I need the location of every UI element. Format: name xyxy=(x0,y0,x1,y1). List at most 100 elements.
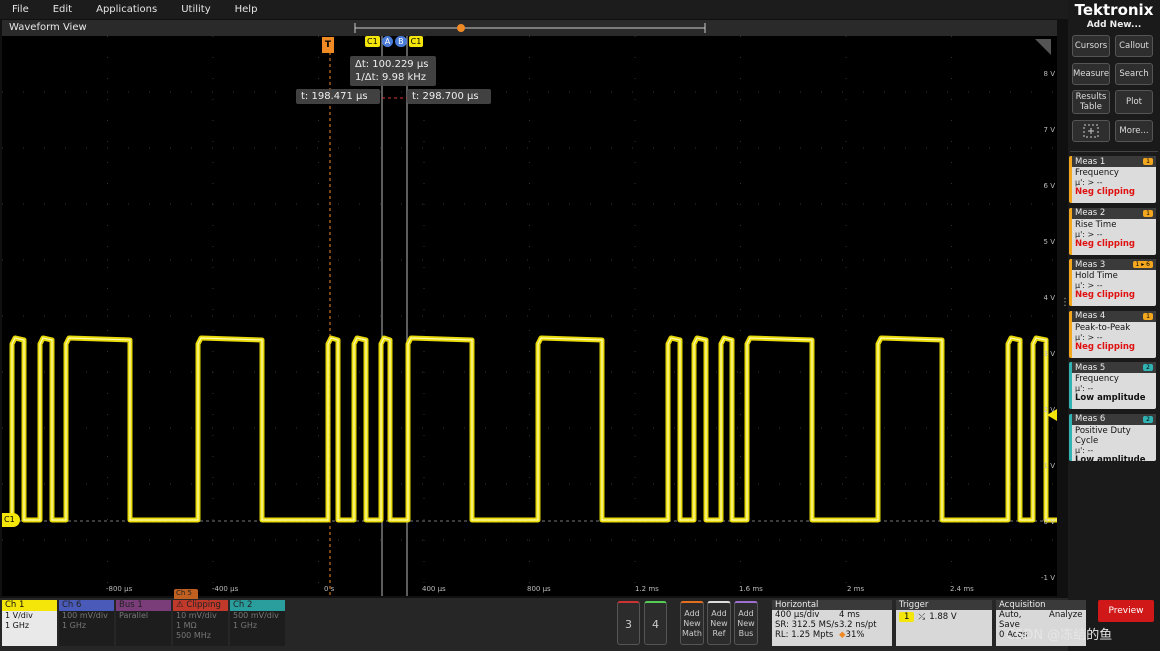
time-label: -800 µs xyxy=(106,585,133,593)
channel-bandwidth: 1 GHz xyxy=(5,621,30,630)
channel-badge-2[interactable]: Ch 6 100 mV/div 1 GHz xyxy=(59,600,114,646)
trigger-panel[interactable]: Trigger 1 ⤯ 1.88 V xyxy=(896,600,992,646)
time-per-point: 3.2 ns/pt xyxy=(839,620,877,630)
measurement-title: Meas 6 xyxy=(1075,414,1106,424)
acquisition-title: Acquisition xyxy=(996,600,1086,610)
panel-splitter-handle[interactable]: ⋮ xyxy=(1060,298,1070,318)
time-label: 800 µs xyxy=(527,585,551,593)
preview-label: Preview xyxy=(1108,606,1144,616)
channel-bandwidth: 1 GHz xyxy=(62,621,87,630)
add-ref-label: Add New Ref xyxy=(710,609,728,638)
channel-3-button[interactable]: 3 xyxy=(617,601,640,645)
measurement-status: Low amplitude xyxy=(1075,393,1146,403)
results-divider xyxy=(1070,151,1158,152)
measurement-status: Neg clipping xyxy=(1075,341,1136,352)
ch1-marker-label: C1 xyxy=(4,515,15,524)
inverse-delta-t: 1/Δt: 9.98 kHz xyxy=(355,72,427,83)
menu-edit[interactable]: Edit xyxy=(41,4,84,15)
channel-badge-5[interactable]: Ch 2 500 mV/div 1 GHz xyxy=(230,600,285,646)
measurement-mean: µ': -- xyxy=(1075,384,1094,393)
measurement-source-badge: 1 xyxy=(1143,209,1153,217)
cursor-tag-a[interactable]: A xyxy=(381,36,394,47)
measurement-header: Meas 5 2 xyxy=(1072,362,1156,373)
menu-file[interactable]: File xyxy=(0,4,41,15)
settings-bar: Ch 11 V/div 1 GHz Ch 6 100 mV/div 1 GHz Bus 1… xyxy=(0,589,1086,651)
callout-button[interactable]: Callout xyxy=(1115,35,1153,57)
measurement-source-badge: 2 xyxy=(1143,415,1153,423)
cursor-tag-c1[interactable]: C1 xyxy=(408,36,424,47)
preview-button[interactable]: Preview xyxy=(1098,600,1154,622)
cursor-tag-b[interactable]: B xyxy=(395,36,407,47)
menu-utility[interactable]: Utility xyxy=(169,4,222,15)
graticule xyxy=(2,36,1057,596)
menu-help[interactable]: Help xyxy=(223,4,270,15)
results-table-button[interactable]: Results Table xyxy=(1072,90,1110,114)
time-label: 2 ms xyxy=(847,585,865,593)
measurement-card-3[interactable]: Meas 3 1 ▸ 6 Hold Time µ': > -- Neg clipping xyxy=(1069,259,1156,306)
plot-button[interactable]: Plot xyxy=(1115,90,1153,114)
cursors-button[interactable]: Cursors xyxy=(1072,35,1110,57)
record-overview-bar[interactable] xyxy=(350,20,710,36)
measurement-card-4[interactable]: Meas 4 1 Peak-to-Peak µ': > -- Neg clipping xyxy=(1069,310,1156,358)
channel-4-button[interactable]: 4 xyxy=(644,601,667,645)
cursor-tag-c1[interactable]: C1 xyxy=(365,36,380,47)
oscilloscope-app: File Edit Applications Utility Help Wave… xyxy=(0,0,1160,651)
measurement-source-badge: 2 xyxy=(1143,364,1153,371)
menu-bar: File Edit Applications Utility Help xyxy=(0,0,1068,19)
channel-title: ⚠ Clipping xyxy=(173,600,228,611)
ch1-waveform xyxy=(2,335,1057,523)
ch1-waveform-core xyxy=(2,337,1057,521)
measurement-card-1[interactable]: Meas 1 1 Frequency µ': > -- Neg clipping xyxy=(1069,156,1156,203)
measurement-card-5[interactable]: Meas 5 2 Frequency µ': -- Low amplitude xyxy=(1069,362,1156,409)
trigger-marker-icon[interactable]: T xyxy=(322,37,334,53)
channel-coupling: 1 MΩ xyxy=(176,621,197,630)
measurement-title: Meas 1 xyxy=(1075,156,1106,167)
measure-button[interactable]: Measure xyxy=(1072,63,1110,85)
measurement-source-badge: 1 xyxy=(1143,312,1153,320)
measurement-header: Meas 6 2 xyxy=(1072,413,1156,425)
zoom-box-button[interactable] xyxy=(1072,120,1110,142)
horizontal-panel[interactable]: Horizontal 400 µs/div 4 ms SR: 312.5 MS/s… xyxy=(772,600,892,646)
measurement-status: Low amplitude xyxy=(1075,454,1146,461)
time-label: 2.4 ms xyxy=(950,585,974,593)
channel-badge-1[interactable]: Ch 11 V/div 1 GHz xyxy=(2,600,57,646)
acquisition-analyze: Analyze xyxy=(1049,610,1083,620)
channel-scale: Parallel xyxy=(119,611,149,620)
measurement-card-2[interactable]: Meas 2 1 Rise Time µ': > -- Neg clipping xyxy=(1069,207,1156,255)
add-math-label: Add New Math xyxy=(681,609,702,638)
measurement-source-badge: 1 xyxy=(1143,158,1153,165)
more-button[interactable]: More... xyxy=(1115,120,1153,142)
ch1-ground-marker[interactable]: C1 xyxy=(2,513,20,527)
measurement-name: Rise Time xyxy=(1075,219,1117,230)
menu-applications[interactable]: Applications xyxy=(84,4,169,15)
acquisition-mode: Auto, xyxy=(999,610,1022,620)
ch5-tab[interactable]: Ch 5 xyxy=(174,589,198,599)
add-new-ref-button[interactable]: Add New Ref xyxy=(707,601,731,645)
add-new-math-button[interactable]: Add New Math xyxy=(680,601,704,645)
measurement-status: Neg clipping xyxy=(1075,238,1136,249)
volt-label: 7 V xyxy=(1043,126,1055,134)
channel-title: Ch 1 xyxy=(2,600,57,611)
measurement-card-6[interactable]: Meas 6 2 Positive Duty Cycle µ': -- Low ampl… xyxy=(1069,413,1156,461)
channel-bandwidth: 500 MHz xyxy=(176,631,211,640)
waveform-plot[interactable]: T C1 A B C1 Δt: 100.229 µs 1/Δt: 9.98 kH… xyxy=(2,36,1057,596)
time-label: 1.6 ms xyxy=(739,585,763,593)
measurement-name: Hold Time xyxy=(1075,271,1118,281)
trigger-marker-label: T xyxy=(324,40,332,50)
results-bar: Tektronix Add New... Cursors Callout Mea… xyxy=(1068,0,1160,651)
horizontal-title: Horizontal xyxy=(772,600,892,610)
add-new-bus-button[interactable]: Add New Bus xyxy=(734,601,758,645)
measurement-source-badge: 1 ▸ 6 xyxy=(1132,261,1153,268)
volt-label: 6 V xyxy=(1043,182,1055,190)
channel-badge-4[interactable]: ⚠ Clipping 10 mV/div 1 MΩ 500 MHz xyxy=(173,600,228,646)
measurement-mean: µ': > -- xyxy=(1075,229,1103,239)
channel-badge-3[interactable]: Bus 1 Parallel xyxy=(116,600,171,646)
time-label: 0 s xyxy=(324,585,335,593)
volt-label: -1 V xyxy=(1041,574,1055,582)
time-label: 1.2 ms xyxy=(635,585,659,593)
search-button[interactable]: Search xyxy=(1115,63,1153,85)
measurement-mean: µ': > -- xyxy=(1075,332,1103,342)
cursor-delta-readout: Δt: 100.229 µs 1/Δt: 9.98 kHz xyxy=(350,56,436,86)
time-label: -400 µs xyxy=(212,585,239,593)
trigger-source-badge: 1 xyxy=(899,612,915,622)
